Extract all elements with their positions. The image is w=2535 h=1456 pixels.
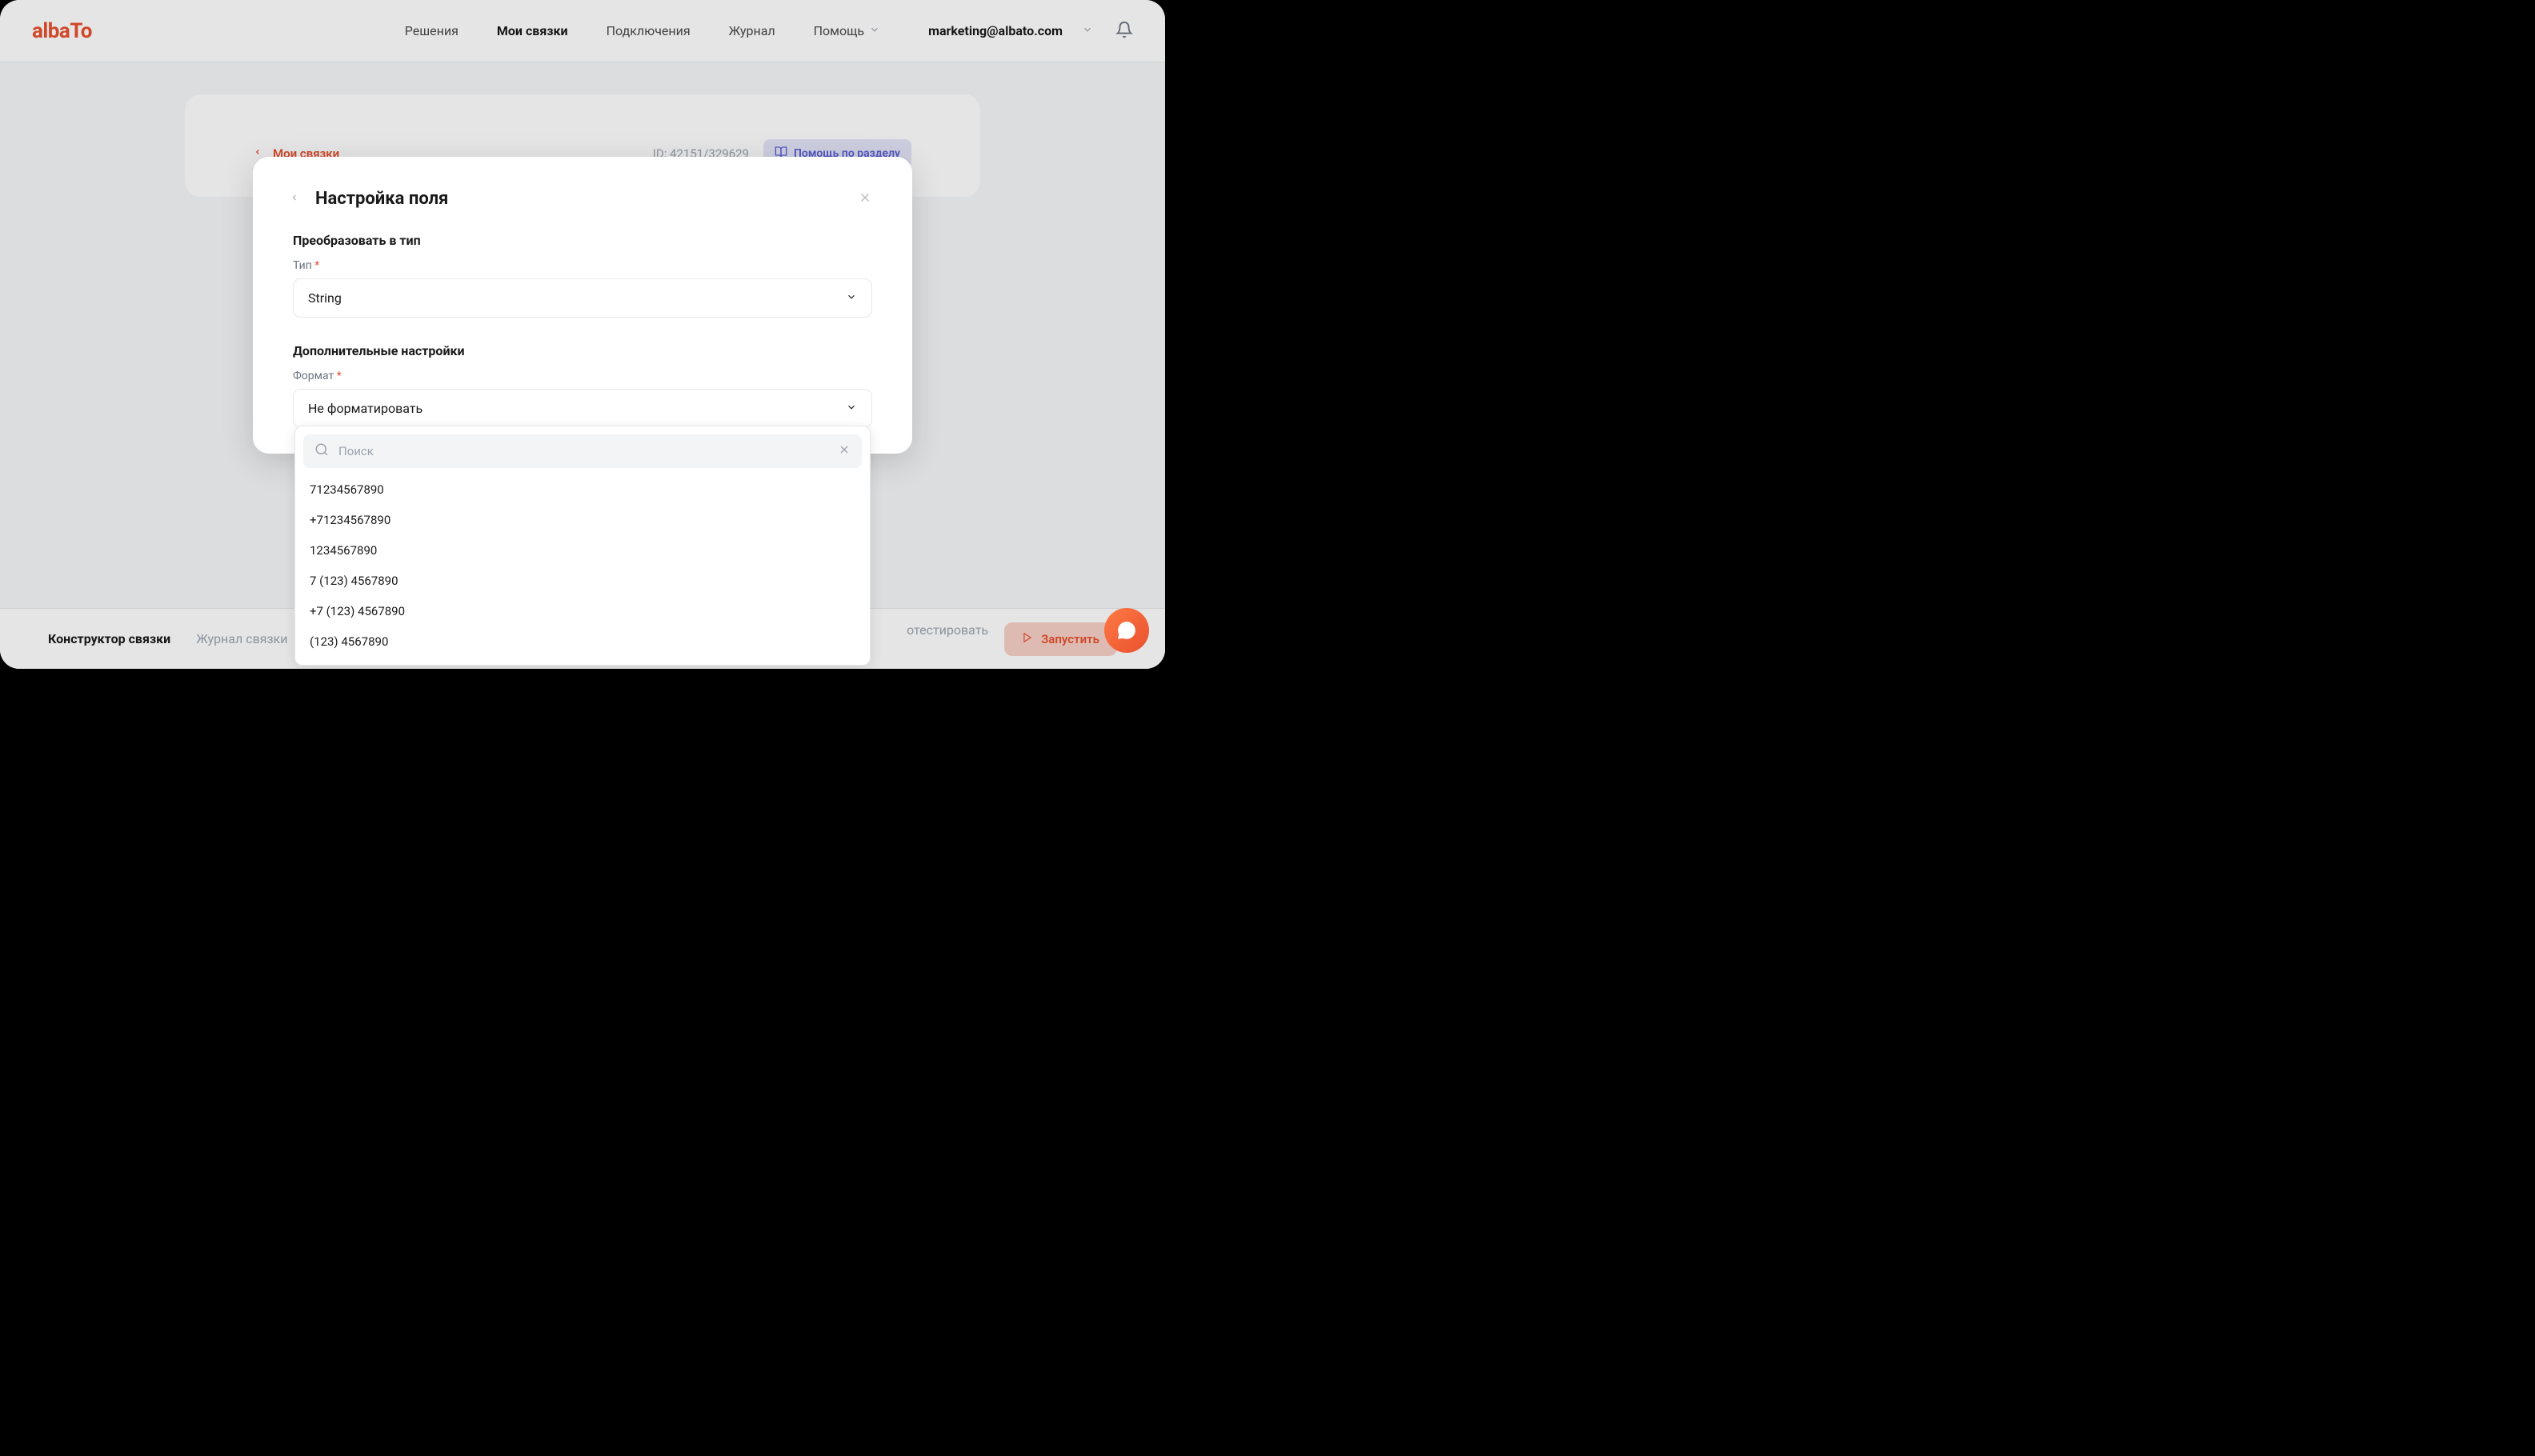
chevron-down-icon	[846, 401, 857, 416]
option-item[interactable]: +7 (123) 4567890	[303, 596, 862, 626]
option-item[interactable]: +71234567890	[303, 505, 862, 535]
chevron-left-icon[interactable]	[290, 191, 299, 207]
close-icon[interactable]	[858, 190, 872, 209]
option-item[interactable]: 1234567890	[303, 535, 862, 566]
format-select[interactable]: Не форматировать	[293, 389, 872, 428]
type-select-value: String	[308, 290, 342, 306]
section-convert-label: Преобразовать в тип	[293, 233, 872, 248]
modal-body: Преобразовать в тип Тип * String Дополни…	[253, 233, 912, 428]
modal-title: Настройка поля	[315, 189, 448, 209]
chat-bubble[interactable]	[1104, 608, 1149, 653]
format-field-label: Формат *	[293, 370, 872, 382]
section-extra-label: Дополнительные настройки	[293, 343, 872, 358]
format-select-value: Не форматировать	[308, 401, 422, 416]
format-dropdown: 71234567890 +71234567890 1234567890 7 (1…	[294, 426, 871, 666]
search-icon	[314, 442, 329, 460]
type-field-label: Тип *	[293, 259, 872, 272]
type-select[interactable]: String	[293, 278, 872, 318]
option-item[interactable]: (123) 4567890	[303, 626, 862, 657]
search-input[interactable]	[338, 444, 828, 458]
option-item[interactable]: 71234567890	[303, 474, 862, 505]
modal-header: Настройка поля	[253, 189, 912, 209]
option-item[interactable]: 7 (123) 4567890	[303, 566, 862, 596]
option-list: 71234567890 +71234567890 1234567890 7 (1…	[303, 474, 862, 657]
dropdown-search	[303, 434, 862, 468]
chevron-down-icon	[846, 290, 857, 306]
field-settings-modal: Настройка поля Преобразовать в тип Тип *…	[253, 157, 912, 454]
clear-icon[interactable]	[838, 443, 851, 459]
